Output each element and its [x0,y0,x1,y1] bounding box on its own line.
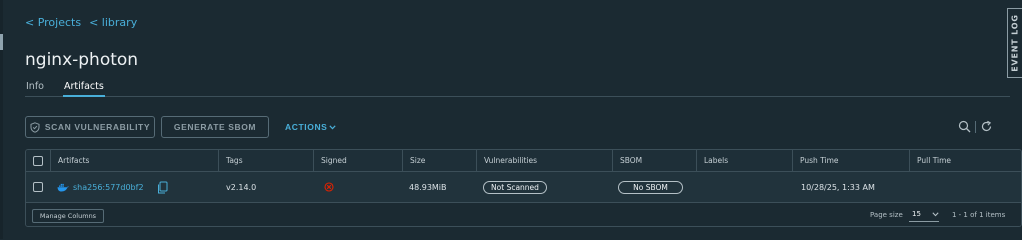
actions-dropdown[interactable]: ACTIONS [285,122,337,132]
column-header-pull-time[interactable]: Pull Time [909,150,1021,171]
breadcrumb: < Projects < library [25,16,137,29]
generate-sbom-label: GENERATE SBOM [173,122,257,132]
left-rail-marker [0,34,3,50]
artifact-cell: sha256:577d0bf2 [57,172,218,202]
select-all-checkbox[interactable] [33,155,43,166]
row-checkbox[interactable] [33,182,43,192]
shield-icon [30,121,40,133]
no-sbom-badge: No SBOM [618,180,683,194]
generate-sbom-button[interactable]: GENERATE SBOM [161,116,269,138]
page-size-label: Page size [870,211,903,219]
sbom-cell: No SBOM [618,172,696,202]
artifact-digest-link[interactable]: sha256:577d0bf2 [73,183,144,192]
page-size-select[interactable]: 15 [909,207,939,222]
artifacts-table: Artifacts Tags Signed Size Vulnerabiliti… [25,149,1022,227]
tab-artifacts[interactable]: Artifacts [62,80,105,97]
docker-icon [57,183,69,191]
push-time-cell: 10/28/25, 1:33 AM [801,182,875,192]
copy-icon[interactable] [157,181,168,194]
chevron-down-icon [932,211,939,216]
column-header-labels[interactable]: Labels [696,150,792,171]
column-header-vulnerabilities[interactable]: Vulnerabilities [476,150,612,171]
column-header-tags[interactable]: Tags [218,150,313,171]
actions-label: ACTIONS [285,122,328,132]
signed-cell [324,172,402,202]
table-row[interactable]: sha256:577d0bf2 v2.14.0 48.93MiB Not Sca… [26,172,1021,203]
breadcrumb-projects-link[interactable]: < Projects [25,16,81,29]
left-rail [0,0,3,239]
page-size-value: 15 [912,210,921,218]
select-all-cell [33,150,43,171]
grid-tools [958,120,993,133]
pull-time-cell [916,172,1021,202]
search-icon[interactable] [958,120,971,133]
event-log-tab[interactable]: EVENT LOG [1007,8,1022,78]
scan-vulnerability-label: SCAN VULNERABILITY [44,122,151,132]
event-log-label: EVENT LOG [1010,14,1020,72]
manage-columns-button[interactable]: Manage Columns [32,209,104,223]
vulnerabilities-cell: Not Scanned [483,172,612,202]
column-header-signed[interactable]: Signed [313,150,402,171]
not-scanned-badge: Not Scanned [483,180,547,194]
tab-info[interactable]: Info [25,80,45,97]
size-cell: 48.93MiB [409,182,447,192]
column-header-artifacts[interactable]: Artifacts [50,150,218,171]
tab-bar: Info Artifacts [25,80,1010,97]
scan-vulnerability-button[interactable]: SCAN VULNERABILITY [25,116,155,138]
row-select-cell [33,172,43,202]
refresh-icon[interactable] [980,120,993,133]
items-count: 1 - 1 of 1 items [952,211,1006,219]
toolbar-divider [975,120,976,133]
table-header: Artifacts Tags Signed Size Vulnerabiliti… [26,150,1021,172]
not-signed-icon [324,182,334,192]
column-header-push-time[interactable]: Push Time [792,150,909,171]
page-title: nginx-photon [25,50,139,70]
column-header-sbom[interactable]: SBOM [612,150,696,171]
labels-cell [703,172,792,202]
chevron-down-icon [329,124,337,129]
column-header-size[interactable]: Size [402,150,476,171]
artifact-toolbar: SCAN VULNERABILITY GENERATE SBOM ACTIONS [25,116,337,138]
table-footer: Manage Columns Page size 15 1 - 1 of 1 i… [26,203,1021,226]
tags-cell: v2.14.0 [226,182,257,192]
breadcrumb-library-link[interactable]: < library [89,16,137,29]
